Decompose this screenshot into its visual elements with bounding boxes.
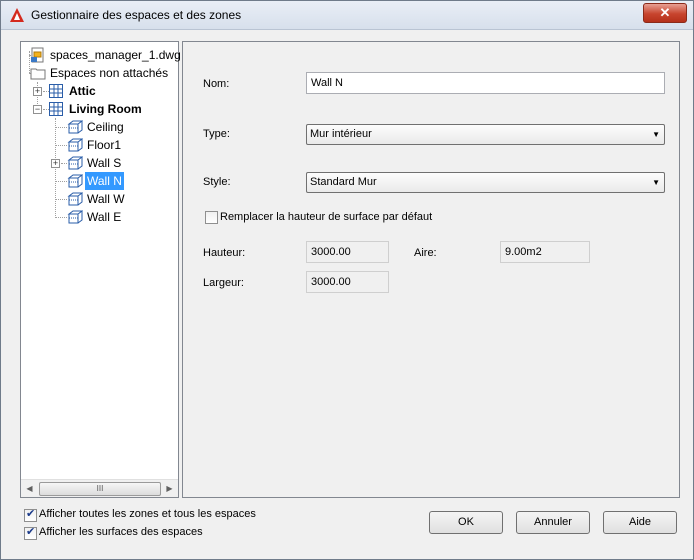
- horizontal-scrollbar[interactable]: ◀ III ▶: [21, 479, 178, 497]
- tree-item-label: spaces_manager_1.dwg: [50, 48, 181, 62]
- chevron-down-icon: ▼: [652, 178, 660, 187]
- aire-field: 9.00m2: [500, 241, 590, 263]
- tree-item-label: Living Room: [69, 102, 142, 116]
- type-label: Type:: [203, 128, 230, 140]
- tree-item-floor1[interactable]: Floor1: [21, 136, 178, 154]
- surface-icon: [67, 156, 83, 170]
- override-height-checkbox[interactable]: [205, 211, 218, 224]
- scroll-left-icon[interactable]: ◀: [21, 480, 38, 497]
- tree-item-wall-s[interactable]: + Wall S: [21, 154, 178, 172]
- tree-item-living-room[interactable]: − Living Room: [21, 100, 178, 118]
- tree-item-wall-n[interactable]: Wall N: [21, 172, 178, 190]
- tree-item-unattached[interactable]: Espaces non attachés: [21, 64, 178, 82]
- close-button[interactable]: ✕: [643, 3, 687, 23]
- surface-icon: [67, 174, 83, 188]
- type-select-value: Mur intérieur: [310, 128, 372, 140]
- tree-item-attic[interactable]: + Attic: [21, 82, 178, 100]
- tree-item-label: Floor1: [87, 138, 122, 152]
- tree-item-label: Attic: [69, 84, 96, 98]
- tree-item-wall-w[interactable]: Wall W: [21, 190, 178, 208]
- cancel-button[interactable]: Annuler: [516, 511, 590, 534]
- style-select[interactable]: Standard Mur ▼: [306, 172, 665, 193]
- show-all-zones-label: Afficher toutes les zones et tous les es…: [39, 508, 256, 520]
- properties-panel: Nom: Wall N Type: Mur intérieur ▼ Style:…: [182, 41, 680, 498]
- autocad-logo-icon: [10, 8, 24, 22]
- space-tree[interactable]: spaces_manager_1.dwg Espaces non attaché…: [20, 41, 181, 498]
- surface-icon: [67, 138, 83, 152]
- tree-item-label: Ceiling: [87, 120, 124, 134]
- style-label: Style:: [203, 176, 231, 188]
- dialog-window: Gestionnaire des espaces et des zones ✕: [0, 0, 694, 560]
- collapse-icon[interactable]: −: [33, 105, 42, 114]
- hauteur-label: Hauteur:: [203, 247, 246, 259]
- hauteur-field: 3000.00: [306, 241, 389, 263]
- tree-item-wall-e[interactable]: Wall E: [21, 208, 178, 226]
- tree-item-root[interactable]: spaces_manager_1.dwg: [21, 46, 181, 64]
- tree-item-label: Espaces non attachés: [50, 66, 169, 80]
- largeur-field: 3000.00: [306, 271, 389, 293]
- style-select-value: Standard Mur: [310, 176, 377, 188]
- dialog-body: spaces_manager_1.dwg Espaces non attaché…: [1, 30, 693, 559]
- type-select[interactable]: Mur intérieur ▼: [306, 124, 665, 145]
- override-height-label: Remplacer la hauteur de surface par défa…: [220, 211, 433, 223]
- ok-button[interactable]: OK: [429, 511, 503, 534]
- tree-item-label: Wall E: [87, 210, 122, 224]
- zone-icon: [49, 102, 63, 116]
- zone-icon: [49, 84, 63, 98]
- close-icon: ✕: [659, 5, 671, 20]
- show-surfaces-checkbox[interactable]: [24, 525, 37, 540]
- largeur-label: Largeur:: [203, 277, 244, 289]
- surface-icon: [67, 192, 83, 206]
- expand-icon[interactable]: +: [51, 159, 60, 168]
- help-button[interactable]: Aide: [603, 511, 677, 534]
- drawing-file-icon: [31, 47, 44, 63]
- tree-item-ceiling[interactable]: Ceiling: [21, 118, 178, 136]
- window-title: Gestionnaire des espaces et des zones: [31, 8, 242, 22]
- folder-icon: [30, 68, 46, 80]
- nom-field[interactable]: Wall N: [306, 72, 665, 94]
- title-bar[interactable]: Gestionnaire des espaces et des zones ✕: [1, 1, 693, 30]
- tree-item-label: Wall S: [87, 156, 122, 170]
- show-all-zones-checkbox[interactable]: [24, 507, 37, 522]
- tree-item-label: Wall W: [87, 192, 125, 206]
- expand-icon[interactable]: +: [33, 87, 42, 96]
- surface-icon: [67, 210, 83, 224]
- aire-label: Aire:: [414, 247, 437, 259]
- scroll-right-icon[interactable]: ▶: [161, 480, 178, 497]
- scrollbar-thumb[interactable]: III: [39, 482, 161, 496]
- nom-label: Nom:: [203, 78, 230, 90]
- show-surfaces-label: Afficher les surfaces des espaces: [39, 526, 203, 538]
- surface-icon: [67, 120, 83, 134]
- chevron-down-icon: ▼: [652, 130, 660, 139]
- tree-item-label: Wall N: [85, 172, 124, 190]
